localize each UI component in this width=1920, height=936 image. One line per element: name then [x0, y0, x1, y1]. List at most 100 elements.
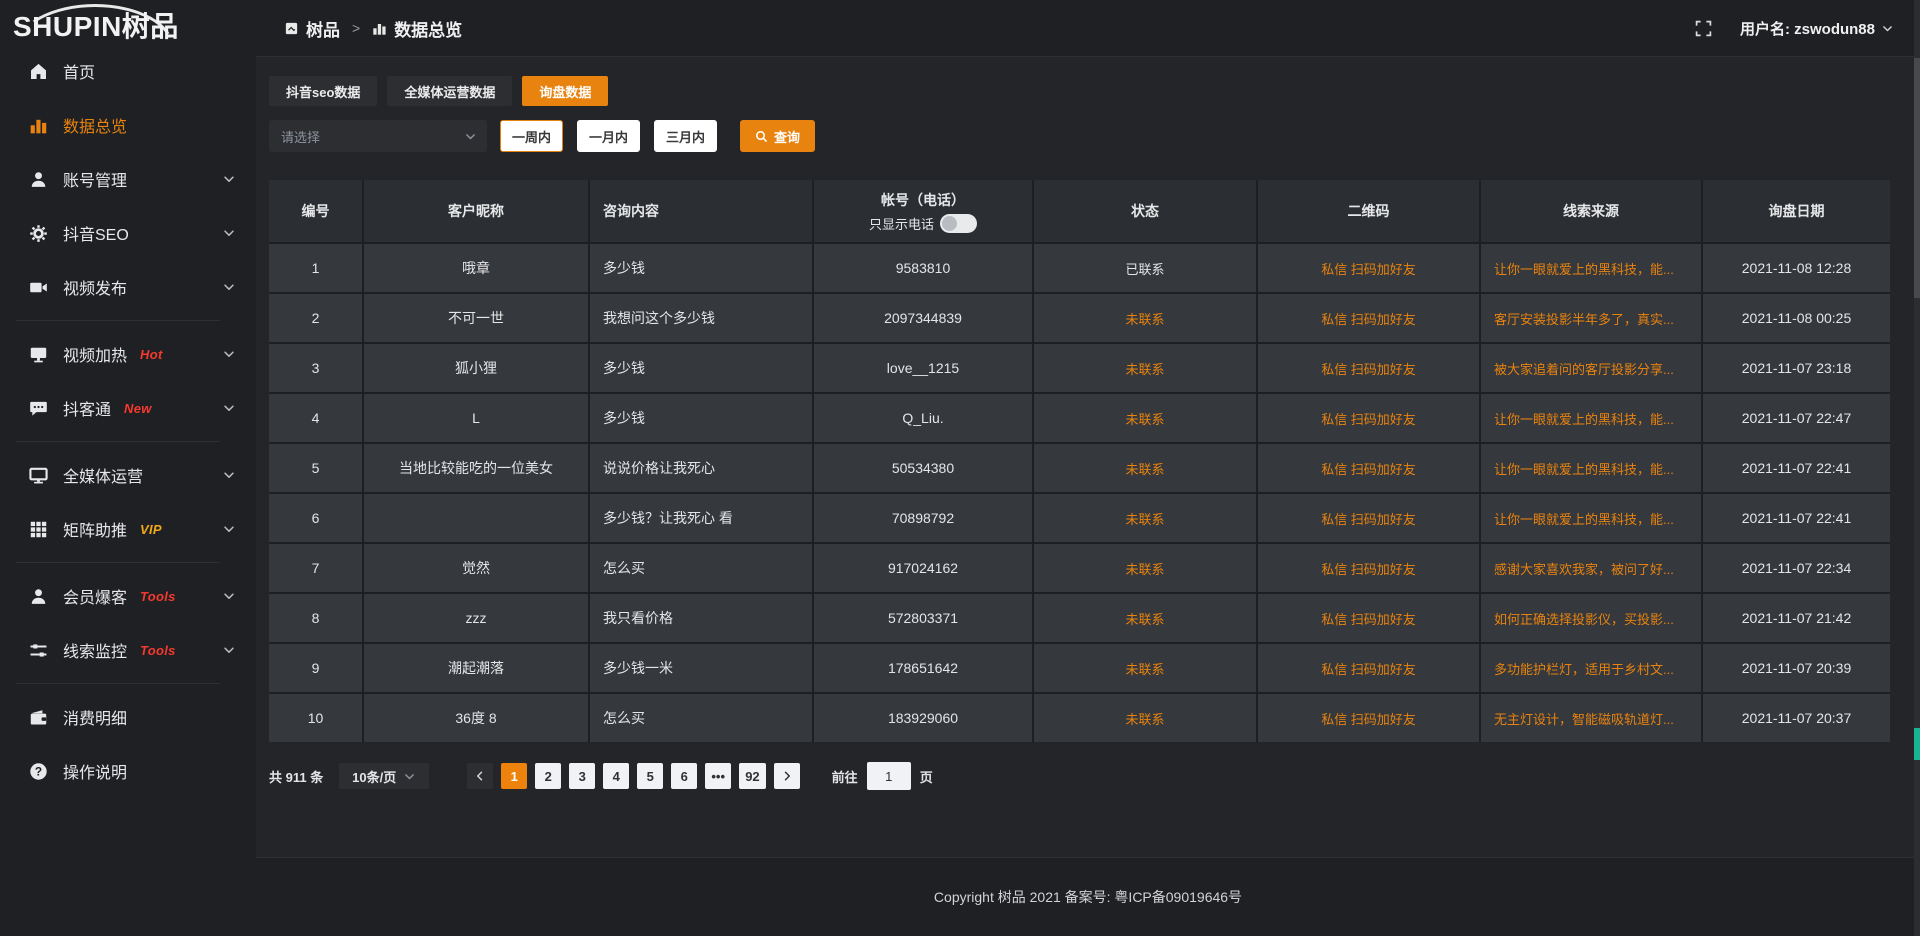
- sidebar-item-data-overview[interactable]: 数据总览: [0, 98, 256, 152]
- grid-icon: [29, 520, 48, 539]
- sidebar-item-video-heat[interactable]: 视频加热Hot: [0, 327, 256, 381]
- cell-status: 未联系: [1034, 494, 1256, 542]
- cell-account: love__1215: [814, 344, 1032, 392]
- bar-chart-icon: [29, 116, 48, 135]
- range-button-three-month[interactable]: 三月内: [654, 120, 717, 152]
- cell-source[interactable]: 感谢大家喜欢我家，被问了好...: [1481, 544, 1701, 592]
- sidebar-item-label: 视频发布: [63, 275, 127, 299]
- sidebar-item-badge: Tools: [140, 589, 176, 604]
- page-button-4[interactable]: 4: [603, 763, 629, 789]
- cell-no: 1: [269, 244, 362, 292]
- total-count: 共 911 条: [269, 767, 323, 786]
- sidebar-item-media-operation[interactable]: 全媒体运营: [0, 448, 256, 502]
- chevron-down-icon: [222, 401, 236, 415]
- scrollbar-thumb[interactable]: [1914, 58, 1920, 298]
- sidebar-menu: 首页数据总览账号管理抖音SEO 视频发布视频加热Hot抖客通New 全媒体运营矩阵助…: [0, 44, 256, 798]
- cell-source[interactable]: 让你一眼就爱上的黑科技，能...: [1481, 444, 1701, 492]
- tab-douyin-seo-data[interactable]: 抖音seo数据: [269, 76, 377, 106]
- column-header-account: 帐号（电话）只显示电话: [814, 180, 1032, 242]
- cell-qrcode[interactable]: 私信 扫码加好友: [1258, 694, 1479, 742]
- sidebar-item-douyin-seo[interactable]: 抖音SEO: [0, 206, 256, 260]
- cell-qrcode[interactable]: 私信 扫码加好友: [1258, 394, 1479, 442]
- cell-source[interactable]: 多功能护栏灯，适用于乡村文...: [1481, 644, 1701, 692]
- page-button-5[interactable]: 5: [637, 763, 663, 789]
- cell-qrcode[interactable]: 私信 扫码加好友: [1258, 544, 1479, 592]
- next-page-button[interactable]: [774, 763, 800, 789]
- sidebar-item-operation-guide[interactable]: ?操作说明: [0, 744, 256, 798]
- cell-date: 2021-11-07 21:42: [1703, 594, 1890, 642]
- cell-account: 9583810: [814, 244, 1032, 292]
- cell-content: 我想问这个多少钱: [590, 294, 812, 342]
- tab-inquiry-data[interactable]: 询盘数据: [522, 76, 608, 106]
- sidebar-divider: [16, 441, 220, 442]
- page-button-2[interactable]: 2: [535, 763, 561, 789]
- scrollbar[interactable]: [1914, 0, 1920, 936]
- username-label: 用户名: zswodun88: [1740, 18, 1875, 39]
- cell-source[interactable]: 让你一眼就爱上的黑科技，能...: [1481, 494, 1701, 542]
- range-button-one-month[interactable]: 一月内: [577, 120, 640, 152]
- app-icon: [284, 21, 299, 36]
- cell-qrcode[interactable]: 私信 扫码加好友: [1258, 244, 1479, 292]
- cell-date: 2021-11-07 23:18: [1703, 344, 1890, 392]
- cell-qrcode[interactable]: 私信 扫码加好友: [1258, 294, 1479, 342]
- sidebar-item-account-manage[interactable]: 账号管理: [0, 152, 256, 206]
- page-jump-input[interactable]: [867, 762, 911, 790]
- cell-account: 572803371: [814, 594, 1032, 642]
- sidebar-item-matrix-boost[interactable]: 矩阵助推VIP: [0, 502, 256, 556]
- range-button-one-week[interactable]: 一周内: [500, 120, 563, 152]
- gear-icon: [29, 224, 48, 243]
- cell-source[interactable]: 客厅安装投影半年多了，真实...: [1481, 294, 1701, 342]
- cell-no: 4: [269, 394, 362, 442]
- sidebar-item-video-publish[interactable]: 视频发布: [0, 260, 256, 314]
- sidebar-item-member-baoke[interactable]: 会员爆客Tools: [0, 569, 256, 623]
- prev-page-button[interactable]: [467, 763, 493, 789]
- svg-text:?: ?: [35, 764, 42, 778]
- phone-only-toggle[interactable]: [940, 214, 977, 233]
- column-header-date: 询盘日期: [1703, 180, 1890, 242]
- filter-select[interactable]: 请选择: [269, 120, 487, 152]
- sidebar-divider: [16, 320, 220, 321]
- cell-qrcode[interactable]: 私信 扫码加好友: [1258, 494, 1479, 542]
- cell-date: 2021-11-07 20:37: [1703, 694, 1890, 742]
- breadcrumb-app[interactable]: 树品: [306, 16, 340, 41]
- cell-content: 说说价格让我死心: [590, 444, 812, 492]
- copyright-text: Copyright 树品 2021 备案号: 粤ICP备09019646号: [934, 887, 1242, 907]
- prev-icon: [474, 770, 486, 782]
- page-button-1[interactable]: 1: [501, 763, 527, 789]
- cell-source[interactable]: 如何正确选择投影仪，买投影...: [1481, 594, 1701, 642]
- cell-status: 未联系: [1034, 344, 1256, 392]
- page-button-3[interactable]: 3: [569, 763, 595, 789]
- video-publish-icon: [29, 278, 48, 297]
- chevron-down-icon: [222, 280, 236, 294]
- sidebar-item-home[interactable]: 首页: [0, 44, 256, 98]
- cell-status: 未联系: [1034, 294, 1256, 342]
- sidebar-item-doukitong[interactable]: 抖客通New: [0, 381, 256, 435]
- monitor-icon: [29, 466, 48, 485]
- sidebar-item-expense-detail[interactable]: 消费明细: [0, 690, 256, 744]
- pages-ellipsis[interactable]: •••: [705, 763, 731, 789]
- tab-media-operation-data[interactable]: 全媒体运营数据: [387, 76, 512, 106]
- main-area: 抖音seo数据全媒体运营数据询盘数据 请选择 一周内一月内三月内 查询 编号客户…: [256, 58, 1920, 858]
- page-button-6[interactable]: 6: [671, 763, 697, 789]
- cell-qrcode[interactable]: 私信 扫码加好友: [1258, 644, 1479, 692]
- chevron-down-icon: [464, 130, 477, 143]
- cell-account: 183929060: [814, 694, 1032, 742]
- username-menu[interactable]: 用户名: zswodun88: [1740, 18, 1894, 39]
- cell-source[interactable]: 让你一眼就爱上的黑科技，能...: [1481, 394, 1701, 442]
- fullscreen-icon[interactable]: [1695, 20, 1712, 37]
- sidebar-item-label: 账号管理: [63, 167, 127, 191]
- cell-qrcode[interactable]: 私信 扫码加好友: [1258, 594, 1479, 642]
- sliders-icon: [29, 641, 48, 660]
- question-icon: ?: [29, 762, 48, 781]
- sidebar-item-clue-monitor[interactable]: 线索监控Tools: [0, 623, 256, 677]
- page-size-select[interactable]: 10条/页: [339, 763, 429, 789]
- bar-chart-icon: [372, 21, 387, 36]
- cell-qrcode[interactable]: 私信 扫码加好友: [1258, 444, 1479, 492]
- cell-qrcode[interactable]: 私信 扫码加好友: [1258, 344, 1479, 392]
- cell-source[interactable]: 让你一眼就爱上的黑科技，能...: [1481, 244, 1701, 292]
- cell-source[interactable]: 无主灯设计，智能磁吸轨道灯...: [1481, 694, 1701, 742]
- cell-nickname: zzz: [364, 594, 588, 642]
- page-button-92[interactable]: 92: [739, 763, 765, 789]
- search-button[interactable]: 查询: [740, 120, 815, 152]
- cell-source[interactable]: 被大家追着问的客厅投影分享...: [1481, 344, 1701, 392]
